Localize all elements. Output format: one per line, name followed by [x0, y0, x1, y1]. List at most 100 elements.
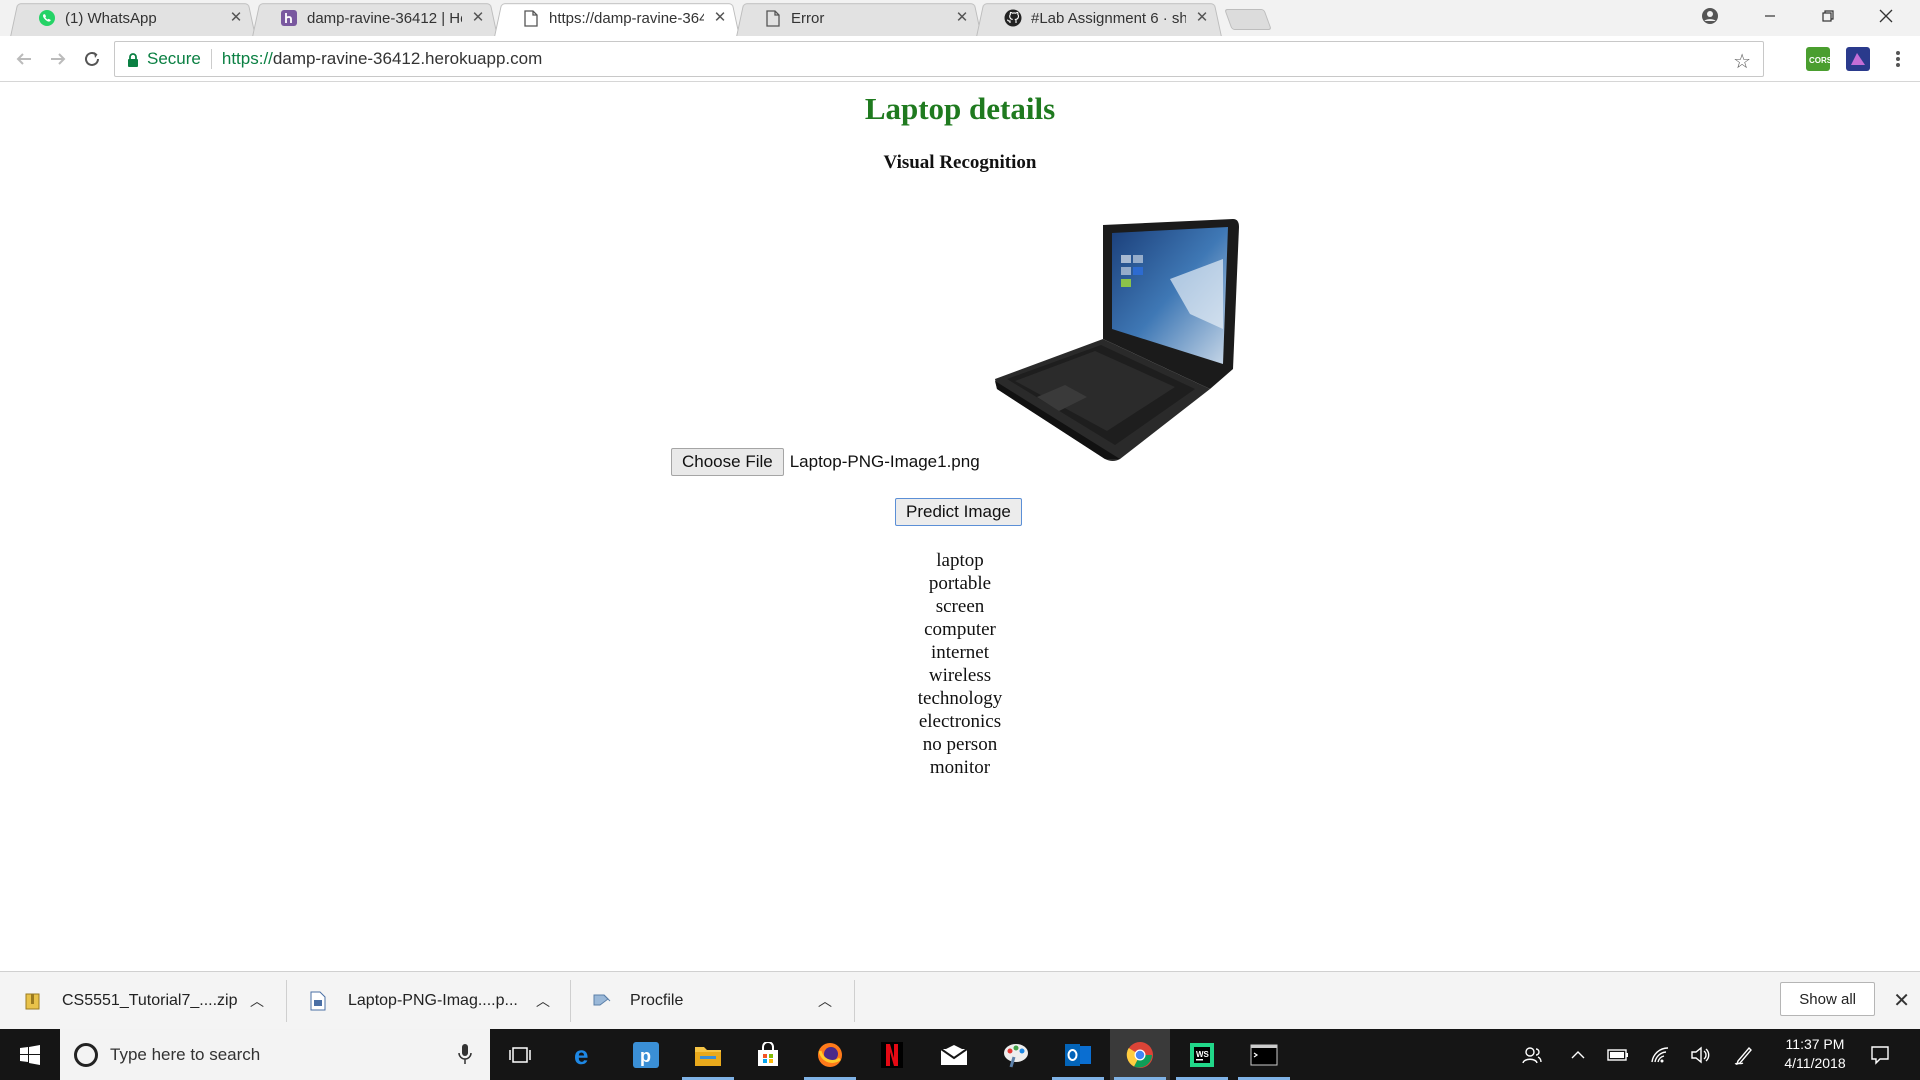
firefox-icon[interactable]	[800, 1029, 860, 1080]
page-title: Laptop details	[864, 91, 1056, 126]
image-file-icon	[310, 991, 328, 1011]
prediction-item: monitor	[929, 757, 991, 778]
reload-button[interactable]	[78, 45, 106, 73]
svg-text:CORS: CORS	[1809, 56, 1830, 65]
page-icon	[764, 9, 782, 27]
command-prompt-icon[interactable]	[1234, 1029, 1294, 1080]
task-view-icon[interactable]	[490, 1029, 550, 1080]
windows-start-icon[interactable]	[0, 1029, 60, 1080]
windows-taskbar: Type here to search e p WS 11:37 PM 4/11…	[0, 1029, 1920, 1080]
taskbar-clock[interactable]: 11:37 PM 4/11/2018	[1770, 1035, 1860, 1073]
url-protocol: https://	[221, 49, 273, 68]
zip-file-icon	[24, 991, 42, 1011]
download-item[interactable]: Laptop-PNG-Imag....p... ︿	[310, 972, 560, 1030]
minimize-button[interactable]	[1742, 0, 1798, 32]
close-icon[interactable]: ✕	[954, 10, 970, 26]
close-icon[interactable]: ✕	[228, 10, 244, 26]
people-icon[interactable]	[1512, 1029, 1552, 1080]
tab-title: https://damp-ravine-364	[549, 9, 704, 27]
outlook-icon[interactable]	[1048, 1029, 1108, 1080]
restore-button[interactable]	[1800, 0, 1856, 32]
tab-title: #Lab Assignment 6 · shar	[1031, 9, 1186, 27]
tab-whatsapp[interactable]: (1) WhatsApp ✕	[10, 0, 256, 37]
close-icon[interactable]: ✕	[470, 10, 486, 26]
file-input[interactable]: Choose File Laptop-PNG-Image1.png	[671, 448, 980, 476]
tab-github[interactable]: #Lab Assignment 6 · shar ✕	[976, 0, 1222, 37]
tab-title: (1) WhatsApp	[65, 9, 157, 27]
bookmark-star-icon[interactable]: ☆	[1733, 49, 1751, 74]
wifi-icon[interactable]	[1642, 1029, 1678, 1080]
microphone-icon[interactable]	[458, 1043, 472, 1070]
taskbar-search[interactable]: Type here to search	[60, 1029, 490, 1080]
edge-browser-icon[interactable]: e	[554, 1029, 614, 1080]
netflix-icon[interactable]	[862, 1029, 922, 1080]
laptop-preview-image	[995, 219, 1240, 463]
action-center-icon[interactable]	[1860, 1029, 1900, 1080]
download-file-name: Procfile	[630, 992, 684, 1009]
choose-file-button[interactable]: Choose File	[671, 448, 784, 476]
extension-icon[interactable]	[1846, 47, 1870, 71]
whatsapp-icon	[38, 9, 56, 27]
forward-button[interactable]	[44, 45, 72, 73]
tab-strip: (1) WhatsApp ✕ damp-ravine-36412 | Her ✕…	[0, 0, 1920, 37]
search-placeholder: Type here to search	[110, 1044, 261, 1064]
pen-ink-icon[interactable]	[1726, 1029, 1762, 1080]
prediction-item: technology	[917, 688, 1003, 709]
tab-title: Error	[791, 9, 825, 27]
tab-error[interactable]: Error ✕	[736, 0, 982, 37]
divider	[286, 980, 287, 1022]
chrome-icon[interactable]	[1110, 1029, 1170, 1080]
prediction-item: computer	[924, 619, 996, 640]
show-all-downloads-button[interactable]: Show all	[1780, 982, 1875, 1016]
close-window-button[interactable]	[1858, 0, 1914, 32]
cors-extension-icon[interactable]: CORS	[1806, 47, 1833, 71]
lock-icon	[127, 52, 139, 67]
store-icon[interactable]	[738, 1029, 798, 1080]
prediction-item: no person	[922, 734, 998, 755]
download-item[interactable]: Procfile ︿	[592, 972, 842, 1030]
chevron-up-icon[interactable]	[1560, 1029, 1596, 1080]
paint-app-icon[interactable]	[986, 1029, 1046, 1080]
menu-icon[interactable]	[1884, 45, 1912, 73]
close-icon[interactable]: ✕	[712, 10, 728, 26]
prediction-item: portable	[928, 573, 992, 594]
download-file-name: Laptop-PNG-Imag....p...	[348, 992, 518, 1009]
page-icon	[522, 9, 540, 27]
close-icon[interactable]: ✕	[1194, 10, 1210, 26]
secure-label: Secure	[147, 49, 201, 68]
address-bar[interactable]: Secure https:// damp-ravine-36412.heroku…	[114, 41, 1764, 77]
svg-text:p: p	[640, 1046, 651, 1066]
download-shelf: CS5551_Tutorial7_....zip ︿ Laptop-PNG-Im…	[0, 971, 1920, 1029]
chevron-up-icon[interactable]: ︿	[536, 991, 550, 1011]
pandora-app-icon[interactable]: p	[616, 1029, 676, 1080]
prediction-item: electronics	[918, 711, 1002, 732]
selected-file-name: Laptop-PNG-Image1.png	[789, 452, 980, 471]
webstorm-icon[interactable]: WS	[1172, 1029, 1232, 1080]
new-tab-button[interactable]	[1224, 9, 1272, 30]
svg-text:e: e	[574, 1042, 588, 1068]
clock-date: 4/11/2018	[1784, 1055, 1846, 1071]
tab-heroku[interactable]: damp-ravine-36412 | Her ✕	[252, 0, 498, 37]
profile-icon[interactable]	[1682, 0, 1738, 32]
chevron-up-icon[interactable]: ︿	[818, 991, 832, 1011]
clock-time: 11:37 PM	[1785, 1036, 1845, 1052]
divider	[570, 980, 571, 1022]
battery-icon[interactable]	[1600, 1029, 1636, 1080]
close-icon[interactable]: ✕	[1893, 988, 1910, 1013]
generic-file-icon	[592, 991, 611, 1011]
divider	[854, 980, 855, 1022]
tab-active-app[interactable]: https://damp-ravine-364 ✕	[494, 0, 740, 37]
volume-icon[interactable]	[1682, 1029, 1718, 1080]
svg-text:WS: WS	[1196, 1050, 1210, 1059]
heroku-icon	[280, 9, 298, 27]
mail-icon[interactable]	[924, 1029, 984, 1080]
predict-image-button[interactable]: Predict Image	[895, 498, 1022, 526]
download-item[interactable]: CS5551_Tutorial7_....zip ︿	[24, 972, 274, 1030]
chevron-up-icon[interactable]: ︿	[250, 991, 264, 1011]
file-explorer-icon[interactable]	[678, 1029, 738, 1080]
github-icon	[1004, 9, 1022, 27]
prediction-item: screen	[935, 596, 985, 617]
prediction-list: laptop portable screen computer internet…	[0, 549, 1920, 779]
back-button[interactable]	[10, 45, 38, 73]
cortana-icon	[74, 1042, 98, 1067]
